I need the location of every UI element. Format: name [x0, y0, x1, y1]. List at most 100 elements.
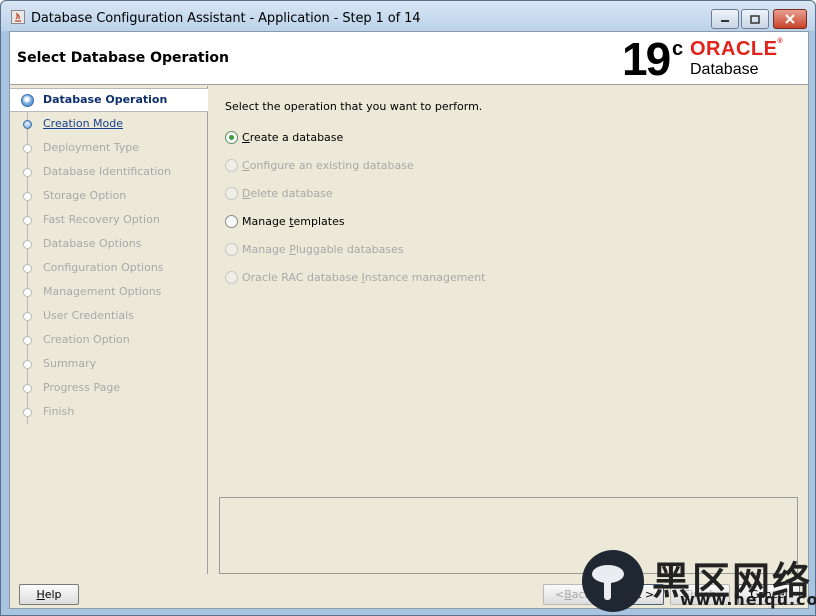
label-rest: luggable databases — [295, 243, 404, 256]
radio-label: Manage Pluggable databases — [242, 243, 404, 256]
label-rest: reate a database — [249, 131, 344, 144]
nav-step-label: Storage Option — [43, 189, 127, 202]
btn-label: ext > — [624, 588, 655, 601]
step-indicator-icon — [23, 120, 32, 129]
nav-step: Database Identification — [10, 160, 208, 184]
step-indicator-icon — [23, 408, 32, 417]
nav-step-label: Summary — [43, 357, 97, 370]
step-navigation: Database Operation Creation Mode Deploym… — [10, 86, 208, 574]
step-indicator-icon — [23, 168, 32, 177]
nav-step-label: Finish — [43, 405, 75, 418]
minimize-icon — [721, 20, 729, 22]
instruction-text: Select the operation that you want to pe… — [225, 100, 483, 113]
nav-step: Management Options — [10, 280, 208, 304]
step-indicator-icon — [23, 192, 32, 201]
radio-button[interactable] — [225, 215, 238, 228]
help-button[interactable]: Help — [19, 584, 79, 605]
nav-step: Creation Option — [10, 328, 208, 352]
nav-step: Fast Recovery Option — [10, 208, 208, 232]
btn-prefix: < — [555, 588, 565, 601]
logo-brand: ORACLE® — [690, 38, 783, 61]
logo-version: 19 — [622, 33, 671, 85]
btn-label: inish — [690, 588, 717, 601]
logo-brand-text: ORACLE — [690, 38, 778, 60]
nav-step-label: Configuration Options — [43, 261, 164, 274]
label-prefix: Manage — [242, 243, 290, 256]
step-indicator-icon — [23, 144, 32, 153]
radio-label: Manage templates — [242, 215, 345, 228]
step-indicator-icon — [23, 240, 32, 249]
btn-mnemonic: H — [36, 588, 45, 601]
step-indicator-icon — [23, 264, 32, 273]
dialog-content: Select Database Operation 19 c ORACLE® D… — [9, 31, 809, 609]
radio-label: Configure an existing database — [242, 159, 414, 172]
label-prefix: Manage — [242, 215, 290, 228]
button-bar: Help < Back Next > Finish Cancel — [10, 575, 808, 608]
step-indicator-icon — [23, 312, 32, 321]
maximize-button[interactable] — [741, 9, 769, 29]
nav-step-label: Creation Option — [43, 333, 130, 346]
nav-step[interactable]: Creation Mode — [10, 112, 208, 136]
nav-step-label: Database Identification — [43, 165, 172, 178]
window-title: Database Configuration Assistant - Appli… — [31, 11, 421, 26]
nav-step: Database Options — [10, 232, 208, 256]
label-prefix: Oracle RAC database — [242, 271, 362, 284]
maximize-icon — [750, 14, 760, 24]
minimize-button[interactable] — [711, 9, 739, 29]
nav-step-label: Management Options — [43, 285, 162, 298]
label-mnemonic: C — [242, 159, 250, 172]
nav-step-label: Progress Page — [43, 381, 121, 394]
step-indicator-icon — [23, 288, 32, 297]
radio-button[interactable] — [225, 131, 238, 144]
label-mnemonic: C — [242, 131, 250, 144]
btn-mnemonic: N — [615, 588, 625, 601]
app-window: Database Configuration Assistant - Appli… — [0, 0, 816, 616]
radio-label: Delete database — [242, 187, 333, 200]
radio-button — [225, 159, 238, 172]
step-indicator-icon — [23, 336, 32, 345]
cancel-button[interactable]: Cancel — [738, 584, 800, 605]
radio-button — [225, 243, 238, 256]
radio-label: Oracle RAC database Instance management — [242, 271, 485, 284]
close-icon — [785, 14, 795, 24]
label-rest: elete database — [250, 187, 333, 200]
back-button: < Back — [543, 584, 603, 605]
next-button[interactable]: Next > — [606, 584, 664, 605]
logo-registered: ® — [777, 38, 784, 45]
radio-button — [225, 187, 238, 200]
close-button[interactable] — [773, 9, 807, 29]
nav-step-label: Creation Mode — [43, 117, 124, 130]
logo-product: Database — [690, 61, 759, 78]
nav-step: Deployment Type — [10, 136, 208, 160]
radio-button — [225, 271, 238, 284]
nav-step[interactable]: Database Operation — [10, 88, 208, 112]
step-indicator-icon — [23, 360, 32, 369]
nav-step-label: User Credentials — [43, 309, 134, 322]
page-title: Select Database Operation — [17, 50, 229, 66]
java-app-icon — [11, 10, 25, 24]
step-indicator-icon — [23, 384, 32, 393]
main-panel: Select the operation that you want to pe… — [209, 86, 808, 574]
details-panel — [219, 497, 798, 574]
label-rest: onfigure an existing database — [249, 159, 414, 172]
label-mnemonic: P — [289, 243, 296, 256]
nav-step: User Credentials — [10, 304, 208, 328]
nav-step: Finish — [10, 400, 208, 424]
nav-step: Summary — [10, 352, 208, 376]
btn-mnemonic: B — [564, 588, 572, 601]
page-header: Select Database Operation 19 c ORACLE® D… — [10, 32, 808, 85]
nav-step-label: Database Operation — [43, 93, 168, 106]
label-rest: emplates — [293, 215, 345, 228]
nav-step: Configuration Options — [10, 256, 208, 280]
logo-version-suffix: c — [672, 38, 684, 60]
finish-button: Finish — [670, 584, 730, 605]
title-bar[interactable]: Database Configuration Assistant - Appli… — [1, 1, 815, 31]
btn-label: elp — [44, 588, 62, 601]
nav-step-label: Database Options — [43, 237, 142, 250]
radio-label: Create a database — [242, 131, 343, 144]
nav-step-label: Fast Recovery Option — [43, 213, 160, 226]
step-indicator-icon — [23, 216, 32, 225]
nav-step: Storage Option — [10, 184, 208, 208]
nav-step-label: Deployment Type — [43, 141, 140, 154]
step-indicator-icon — [21, 94, 34, 107]
